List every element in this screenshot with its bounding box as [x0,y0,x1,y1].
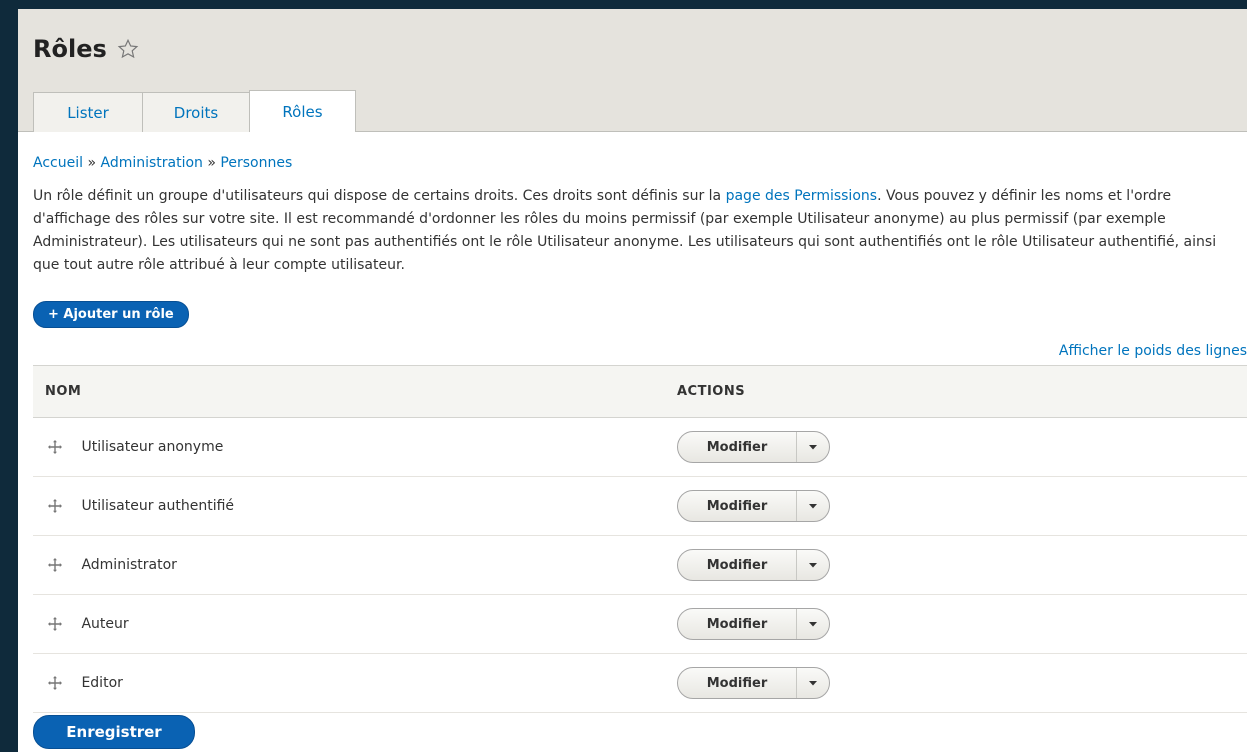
chevron-down-icon [809,504,817,509]
operations-dropbutton: Modifier [677,549,830,581]
role-name-cell: Auteur [33,594,676,654]
dropdown-toggle[interactable] [797,609,829,639]
role-name: Auteur [81,616,129,632]
role-name-cell: Utilisateur authentifié [33,476,676,536]
operations-dropbutton: Modifier [677,431,830,463]
role-name: Editor [81,675,123,691]
role-name: Utilisateur authentifié [81,498,235,514]
actions-cell: Modifier [676,653,1247,713]
page-title: Rôles [33,35,107,63]
tab-roles[interactable]: Rôles [249,90,356,132]
description: Un rôle définit un groupe d'utilisateurs… [33,185,1243,277]
column-header-nom: NOM [33,365,676,418]
table-row: Administrator Modifier [33,535,1247,595]
chevron-down-icon [809,681,817,686]
drag-handle-icon[interactable] [47,675,63,691]
actions-cell: Modifier [676,417,1247,477]
modifier-button[interactable]: Modifier [678,491,797,521]
breadcrumb: Accueil » Administration » Personnes [33,155,292,171]
column-header-actions: ACTIONS [676,365,1247,418]
title-row: Rôles [33,35,139,63]
role-name: Administrator [81,557,177,573]
drag-handle-icon[interactable] [47,616,63,632]
actions-cell: Modifier [676,594,1247,654]
page-frame: Rôles Lister Droits Rôles Accueil » Admi… [18,9,1247,752]
breadcrumb-administration[interactable]: Administration [100,155,202,171]
breadcrumb-separator: » [87,155,97,171]
dropdown-toggle[interactable] [797,550,829,580]
breadcrumb-accueil[interactable]: Accueil [33,155,83,171]
star-icon[interactable] [117,38,139,60]
breadcrumb-personnes[interactable]: Personnes [220,155,292,171]
drag-handle-icon[interactable] [47,498,63,514]
table-row: Utilisateur authentifié Modifier [33,476,1247,536]
role-name: Utilisateur anonyme [81,439,224,455]
tab-lister[interactable]: Lister [33,92,143,132]
operations-dropbutton: Modifier [677,667,830,699]
save-button[interactable]: Enregistrer [33,715,195,749]
tab-droits[interactable]: Droits [142,92,250,132]
role-name-cell: Editor [33,653,676,713]
table-row: Utilisateur anonyme Modifier [33,417,1247,477]
modifier-button[interactable]: Modifier [678,668,797,698]
table-header-row: NOM ACTIONS [33,365,1247,418]
drag-handle-icon[interactable] [47,557,63,573]
modifier-button[interactable]: Modifier [678,432,797,462]
modifier-button[interactable]: Modifier [678,550,797,580]
breadcrumb-separator: » [207,155,216,171]
actions-cell: Modifier [676,535,1247,595]
permissions-link[interactable]: page des Permissions [726,188,877,204]
chevron-down-icon [809,563,817,568]
page-header: Rôles Lister Droits Rôles [18,9,1247,132]
actions-cell: Modifier [676,476,1247,536]
roles-table: NOM ACTIONS Utilisateur anonyme Modifier [33,365,1247,713]
role-name-cell: Utilisateur anonyme [33,417,676,477]
operations-dropbutton: Modifier [677,490,830,522]
add-role-button[interactable]: + Ajouter un rôle [33,301,189,328]
drag-handle-icon[interactable] [47,439,63,455]
table-row: Auteur Modifier [33,594,1247,654]
chevron-down-icon [809,445,817,450]
modifier-button[interactable]: Modifier [678,609,797,639]
dropdown-toggle[interactable] [797,668,829,698]
role-name-cell: Administrator [33,535,676,595]
operations-dropbutton: Modifier [677,608,830,640]
description-text-1: Un rôle définit un groupe d'utilisateurs… [33,188,726,204]
tabs: Lister Droits Rôles [33,90,356,132]
table-row: Editor Modifier [33,653,1247,713]
dropdown-toggle[interactable] [797,432,829,462]
chevron-down-icon [809,622,817,627]
show-weights-link[interactable]: Afficher le poids des lignes [1059,343,1247,359]
dropdown-toggle[interactable] [797,491,829,521]
